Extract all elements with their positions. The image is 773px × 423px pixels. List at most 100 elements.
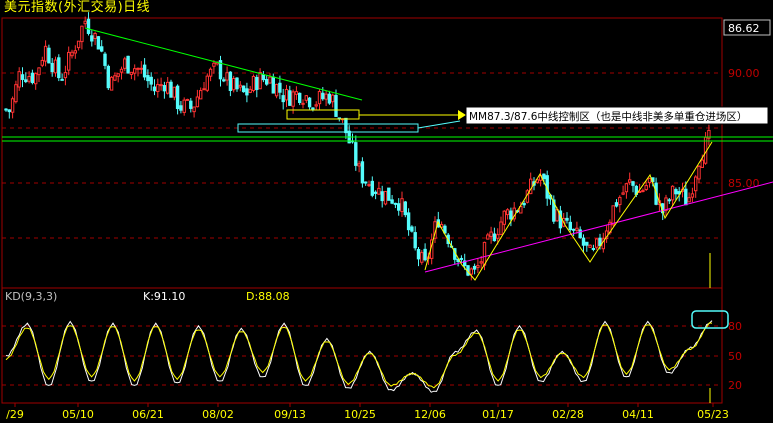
annotation-pointer-cyan (417, 120, 461, 129)
candle-body (486, 234, 490, 240)
candle-body (298, 92, 302, 103)
candle-body (565, 217, 569, 221)
candle-body (571, 228, 576, 231)
candle-body (248, 88, 252, 93)
kd-panel-frame (1, 287, 723, 404)
control-zone-box-yellow (286, 109, 360, 120)
candle-body (126, 55, 130, 74)
candle-body (581, 237, 586, 246)
candle-body (20, 74, 25, 80)
candle-body (281, 95, 285, 103)
candle-body (397, 203, 401, 211)
candle-body (156, 84, 160, 92)
candle-body (591, 248, 596, 251)
x-tick-label: 09/13 (274, 408, 306, 421)
candle-body (344, 117, 348, 134)
candle-body (142, 64, 147, 78)
candle-body (212, 62, 216, 67)
kd-highlight-box (691, 310, 729, 329)
candle-body (611, 205, 615, 226)
candle-body (4, 108, 8, 111)
candle-body (106, 65, 110, 89)
candle-body (670, 185, 675, 201)
candle-body (575, 227, 579, 231)
candle-body (195, 96, 200, 108)
candle-body (70, 51, 74, 57)
candle-body (182, 99, 186, 113)
candle-body (235, 77, 239, 90)
candle-body (50, 62, 54, 73)
candle-body (7, 109, 12, 113)
candle-body (60, 78, 64, 81)
annotation-text: MM87.3/87.6中线控制区（也是中线非美多单重仓进场区） (469, 110, 747, 123)
candle-body (585, 241, 589, 246)
candle-body (367, 184, 371, 187)
candle-body (631, 181, 635, 186)
candle-body (492, 233, 497, 242)
candle-body (47, 47, 51, 64)
candle-body (179, 105, 183, 111)
candle-body (162, 85, 167, 92)
candle-body (208, 68, 213, 77)
candle-body (370, 180, 375, 196)
candle-body (373, 191, 378, 194)
candle-body (383, 190, 388, 205)
candle-body (109, 76, 114, 91)
ascending-support-line (424, 181, 773, 273)
candle-body (288, 90, 292, 106)
candle-body (175, 85, 180, 110)
candle-body (505, 209, 510, 216)
candle-body (420, 252, 424, 263)
candle-body (614, 202, 619, 207)
x-tick-label: 10/25 (344, 408, 376, 421)
y-tick-label-90: 90.00 (728, 67, 760, 80)
candle-body (232, 78, 236, 91)
candle-body (14, 84, 18, 103)
candle-body (357, 163, 361, 167)
candle-body (86, 18, 91, 34)
candle-body (644, 185, 648, 190)
candle-body (459, 257, 464, 260)
candle-body (96, 36, 101, 50)
candle-body (268, 76, 272, 84)
candle-body (624, 183, 629, 193)
candle-body (641, 190, 645, 193)
candle-body (123, 58, 127, 69)
candle-body (73, 50, 77, 54)
candle-body (380, 191, 384, 202)
stock-chart[interactable]: 86.62 90.00 85.00 MM87.3/87.6中线控制区（也是中线非… (0, 0, 773, 423)
x-tick-label: 05/10 (62, 408, 94, 421)
candle-body (258, 71, 262, 90)
kd-tick-80: 80 (728, 320, 742, 333)
candle-body (136, 67, 140, 70)
candle-body (667, 199, 671, 202)
candle-body (129, 71, 134, 75)
candle-body (27, 75, 31, 82)
candle-body (400, 198, 404, 213)
candle-body (377, 187, 381, 195)
candle-body (149, 76, 153, 85)
candle-body (387, 187, 391, 201)
candle-body (697, 165, 701, 180)
candle-body (189, 100, 193, 109)
candle-body (57, 57, 61, 79)
candle-body (284, 88, 289, 101)
candle-body (314, 104, 318, 107)
candle-body (413, 232, 417, 249)
candle-body (291, 91, 295, 107)
candle-body (321, 92, 325, 100)
candle-body (37, 67, 41, 76)
candle-body (628, 179, 632, 183)
candle-body (294, 91, 299, 95)
candle-body (502, 210, 507, 225)
candle-body (245, 88, 249, 96)
candle-body (403, 201, 408, 216)
candle-body (393, 202, 398, 205)
x-tick-label: 06/21 (132, 408, 164, 421)
candle-body (674, 189, 678, 195)
candle-body (410, 226, 414, 232)
candle-body (113, 75, 117, 81)
candle-body (331, 94, 335, 103)
candle-body (416, 248, 421, 260)
candle-body (10, 98, 15, 113)
